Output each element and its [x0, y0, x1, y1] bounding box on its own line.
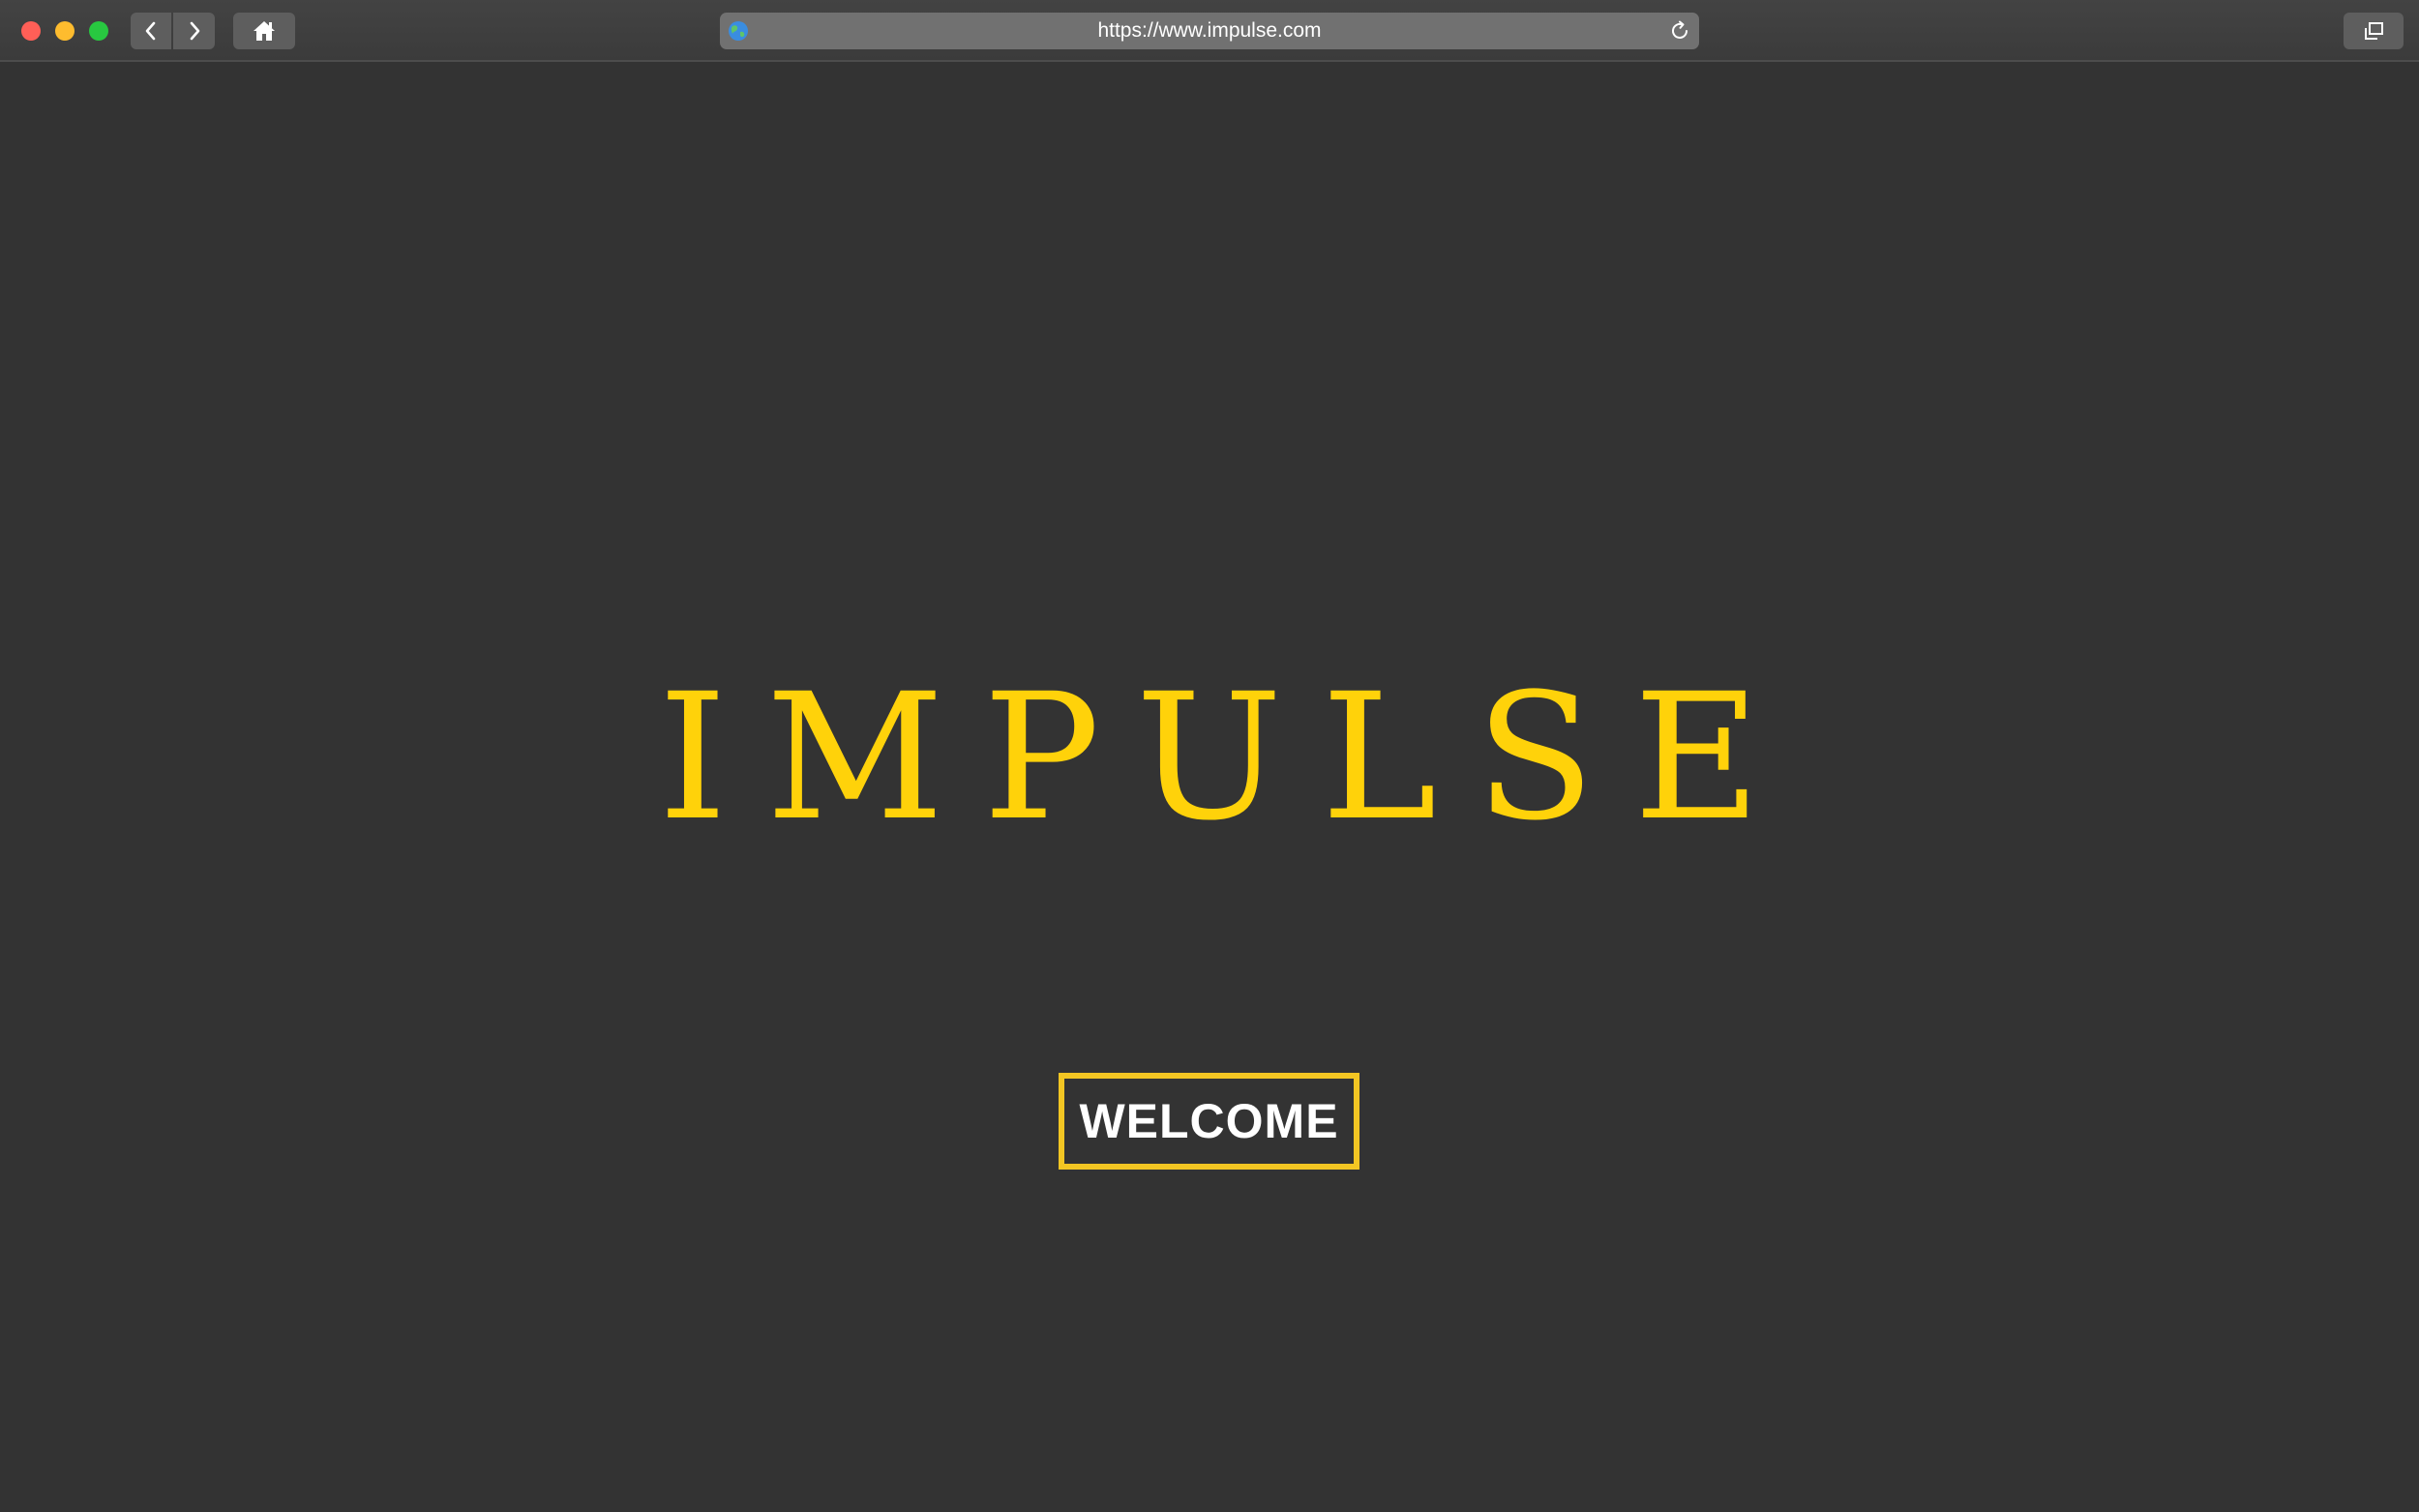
home-icon	[254, 21, 275, 41]
forward-button[interactable]	[173, 13, 215, 49]
welcome-button[interactable]: WELCOME	[1059, 1073, 1359, 1170]
address-bar[interactable]: https://www.impulse.com	[720, 13, 1699, 49]
reload-icon[interactable]	[1668, 19, 1691, 43]
chevron-left-icon	[145, 21, 156, 41]
page-content: IMPULSE WELCOME	[0, 62, 2419, 1512]
chevron-right-icon	[190, 21, 199, 41]
window-minimize-button[interactable]	[55, 21, 75, 41]
tab-overview-button[interactable]	[2344, 13, 2404, 49]
browser-window: https://www.impulse.com IMPULSE WELCOME	[0, 0, 2419, 1512]
window-zoom-button[interactable]	[89, 21, 108, 41]
url-text: https://www.impulse.com	[1097, 19, 1322, 42]
home-button[interactable]	[233, 13, 295, 49]
window-close-button[interactable]	[21, 21, 41, 41]
brand-title: IMPULSE	[658, 657, 1800, 859]
back-button[interactable]	[131, 13, 171, 49]
tab-overview-icon	[2365, 22, 2383, 40]
browser-toolbar: https://www.impulse.com	[0, 0, 2419, 62]
